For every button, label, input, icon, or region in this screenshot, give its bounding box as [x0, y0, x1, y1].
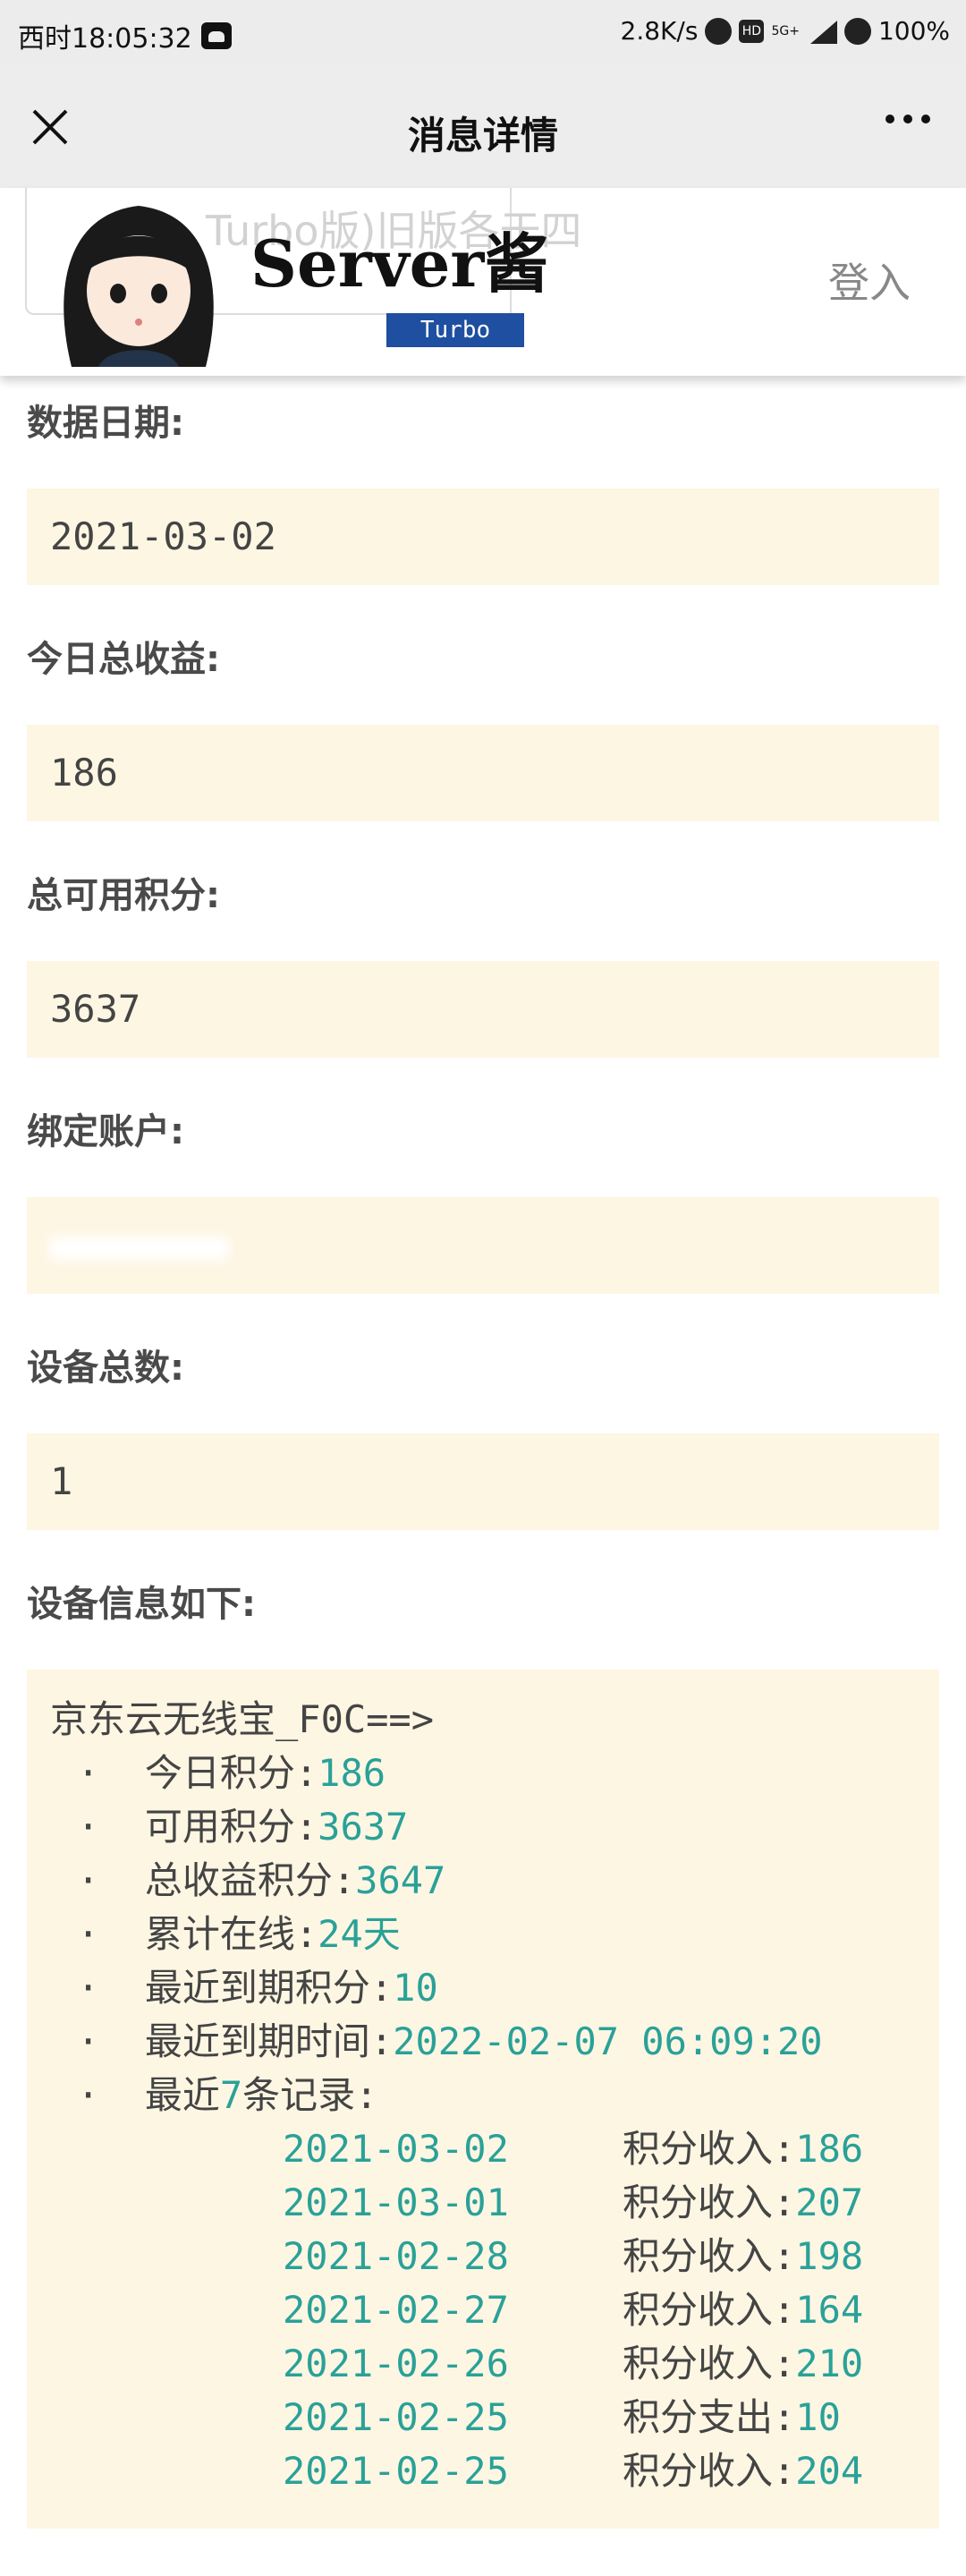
stat-online-days: · 累计在线:24天 [77, 1912, 401, 1956]
login-link[interactable]: 登入 [828, 251, 911, 310]
brand-logo[interactable]: Server酱 [250, 211, 548, 305]
field-label-income: 今日总收益: [27, 639, 220, 680]
field-label-date: 数据日期: [27, 403, 184, 444]
device-info-box: 京东云无线宝_F0C==> · 今日积分:186 · 可用积分:3637 · 总… [27, 1670, 939, 2529]
stat-today-points: · 今日积分:186 [77, 1751, 386, 1795]
field-value-account [27, 1197, 939, 1294]
android-icon [200, 22, 232, 49]
network-type: 5G+ [771, 23, 800, 38]
turbo-badge: Turbo [386, 313, 524, 347]
stat-total-points: · 总收益积分:3647 [77, 1858, 446, 1902]
field-label-device-count: 设备总数: [27, 1348, 184, 1389]
signal-icon [807, 19, 837, 44]
record-row: 2021-03-02 积分收入: 186 [283, 2127, 864, 2171]
records-heading: · 最近7条记录: [77, 2073, 378, 2117]
device-info-label: 设备信息如下: [27, 1584, 256, 1625]
field-value-date: 2021-03-02 [27, 489, 939, 585]
record-row: 2021-02-25 积分支出: 10 [283, 2395, 841, 2439]
field-value-income: 186 [27, 725, 939, 821]
charging-icon [843, 17, 871, 45]
record-row: 2021-02-25 积分收入: 204 [283, 2449, 864, 2493]
stat-available-points: · 可用积分:3637 [77, 1805, 409, 1849]
field-value-device-count: 1 [27, 1433, 939, 1530]
nav-bar: 消息详情 [0, 64, 966, 188]
record-row: 2021-02-26 积分收入: 210 [283, 2342, 864, 2385]
record-row: 2021-02-28 积分收入: 198 [283, 2234, 864, 2278]
field-label-points: 总可用积分: [27, 875, 220, 916]
message-content: 数据日期: 2021-03-02 今日总收益: 186 总可用积分: 3637 … [27, 376, 939, 2529]
field-value-points: 3637 [27, 961, 939, 1058]
status-bar: 西时18:05:32 2.8K/s HD 5G+ 100% [0, 0, 966, 64]
device-name: 京东云无线宝_F0C==> [50, 1697, 435, 1741]
hd-icon: HD [739, 19, 765, 43]
record-row: 2021-02-27 积分收入: 164 [283, 2288, 864, 2332]
stat-expiry-time: · 最近到期时间:2022-02-07 06:09:20 [77, 2019, 823, 2063]
record-row: 2021-03-01 积分收入: 207 [283, 2181, 864, 2224]
redacted-account [50, 1236, 229, 1260]
field-label-account: 绑定账户: [27, 1111, 184, 1152]
avatar [64, 206, 214, 367]
network-speed: 2.8K/s [620, 16, 699, 46]
site-header: Turbo版)旧版各于四 Server酱 Turbo 登入 [0, 188, 966, 376]
more-options-icon[interactable] [886, 115, 930, 123]
page-title: 消息详情 [407, 114, 558, 157]
stat-expiring-points: · 最近到期积分:10 [77, 1966, 438, 2010]
status-time: 西时18:05:32 [18, 23, 192, 55]
clock-icon [705, 17, 733, 45]
battery-level: 100% [877, 16, 950, 46]
